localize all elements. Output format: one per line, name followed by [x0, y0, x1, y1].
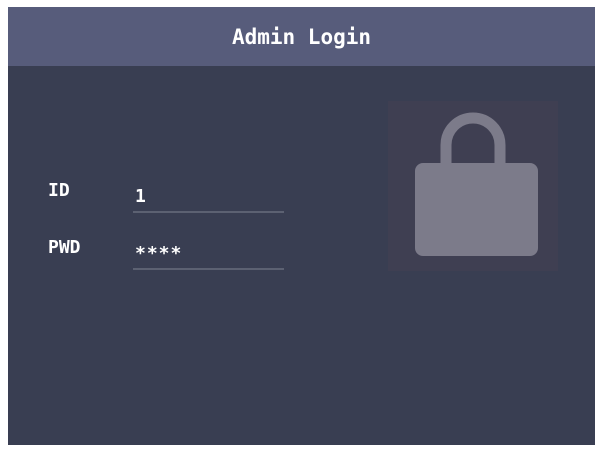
page-title: Admin Login — [231, 24, 372, 49]
pwd-label: PWD — [48, 237, 81, 258]
title-bar: Admin Login — [8, 7, 595, 66]
id-field[interactable]: 1 — [133, 183, 284, 213]
lock-icon-panel — [388, 101, 558, 271]
id-label: ID — [48, 180, 70, 201]
admin-login-screen: Admin Login ID 1 PWD **** — [8, 7, 595, 445]
lock-icon — [415, 112, 538, 256]
password-field[interactable]: **** — [133, 240, 284, 270]
